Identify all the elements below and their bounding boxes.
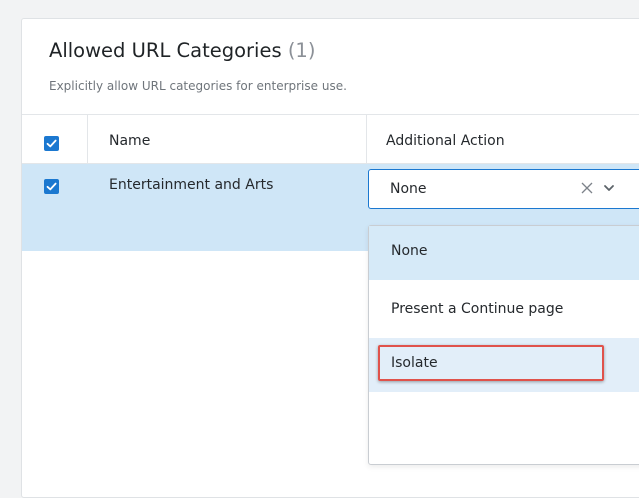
option-label: Present a Continue page bbox=[391, 301, 564, 317]
checkbox-checked-icon bbox=[46, 182, 57, 191]
select-value: None bbox=[390, 181, 427, 197]
row-checkbox[interactable] bbox=[44, 179, 59, 194]
additional-action-select[interactable]: None bbox=[368, 169, 639, 209]
column-header-name[interactable]: Name bbox=[109, 133, 150, 149]
panel-title-count: (1) bbox=[287, 39, 316, 62]
panel-title-text: Allowed URL Categories bbox=[49, 39, 282, 62]
chevron-down-icon[interactable] bbox=[603, 184, 615, 192]
clear-icon[interactable] bbox=[580, 181, 594, 195]
column-header-additional-action[interactable]: Additional Action bbox=[386, 133, 505, 149]
checkbox-checked-icon bbox=[46, 139, 57, 148]
option-label: None bbox=[391, 243, 428, 259]
option-present-continue-page[interactable]: Present a Continue page bbox=[369, 284, 639, 338]
additional-action-menu: None Present a Continue page Isolate bbox=[368, 225, 639, 465]
option-none[interactable]: None bbox=[369, 226, 639, 280]
annotation-highlight-box bbox=[378, 345, 604, 381]
column-divider bbox=[87, 114, 88, 164]
column-divider bbox=[366, 114, 367, 164]
option-isolate[interactable]: Isolate bbox=[369, 338, 639, 392]
select-all-checkbox[interactable] bbox=[44, 136, 59, 151]
panel-title: Allowed URL Categories (1) bbox=[49, 39, 315, 62]
panel-subtitle: Explicitly allow URL categories for ente… bbox=[49, 79, 347, 93]
allowed-url-categories-panel: Allowed URL Categories (1) Explicitly al… bbox=[21, 18, 639, 498]
row-name-cell: Entertainment and Arts bbox=[109, 177, 274, 193]
